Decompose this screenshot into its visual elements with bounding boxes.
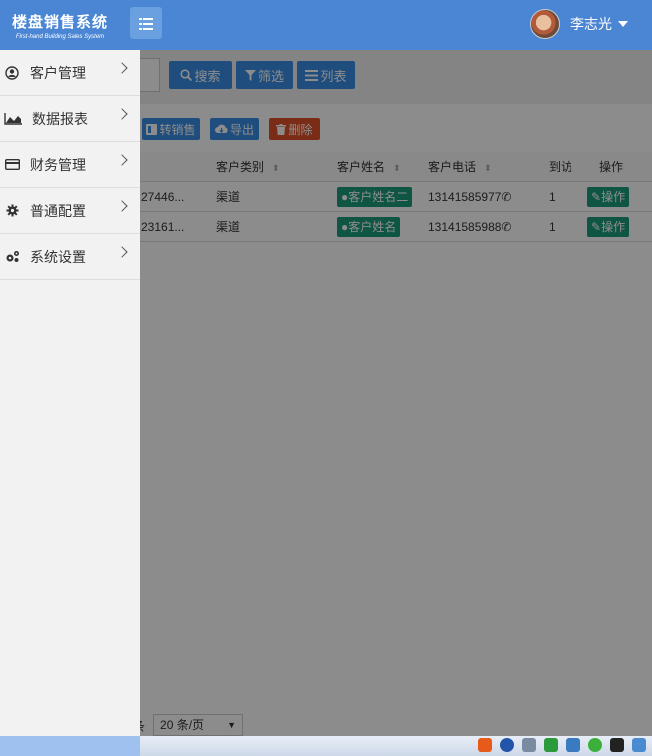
- gears-icon: [4, 249, 20, 265]
- caret-down-icon: [618, 21, 628, 27]
- help-icon[interactable]: [500, 738, 514, 752]
- network-icon[interactable]: [566, 738, 580, 752]
- user-name: 李志光: [570, 16, 612, 32]
- sidebar-item-settings[interactable]: 系统设置: [0, 234, 140, 280]
- sidebar-item-label: 系统设置: [30, 248, 86, 265]
- chevron-right-icon: [116, 108, 128, 120]
- sidebar-item-customer[interactable]: 客户管理: [0, 50, 140, 96]
- user-circle-icon: [4, 65, 20, 81]
- notification-icon[interactable]: [632, 738, 646, 752]
- gear-icon: [4, 203, 20, 219]
- sidebar-item-label: 财务管理: [30, 156, 86, 173]
- os-taskbar: [0, 736, 652, 756]
- sidebar-item-reports[interactable]: 数据报表: [0, 96, 140, 142]
- wechat-icon[interactable]: [588, 738, 602, 752]
- menu-toggle-button[interactable]: [130, 7, 162, 39]
- sidebar-item-label: 普通配置: [30, 202, 86, 219]
- credit-card-icon: [4, 157, 20, 173]
- area-chart-icon: [4, 111, 22, 127]
- ime-icon[interactable]: [478, 738, 492, 752]
- system-tray: [478, 738, 646, 752]
- user-menu[interactable]: 李志光: [530, 9, 628, 39]
- sidebar-item-config[interactable]: 普通配置: [0, 188, 140, 234]
- app-title: 楼盘销售系统: [11, 14, 108, 31]
- sidebar: 客户管理 数据报表 财务管理 普通配置 系统设置: [0, 50, 140, 736]
- avatar: [530, 9, 560, 39]
- chevron-right-icon: [116, 62, 128, 74]
- window-icon[interactable]: [522, 738, 536, 752]
- taskbar-start-area[interactable]: [0, 736, 140, 756]
- shield-icon[interactable]: [544, 738, 558, 752]
- chevron-right-icon: [116, 246, 128, 258]
- top-header: 楼盘销售系统 First-hand Building Sales System …: [0, 0, 652, 50]
- chevron-right-icon: [116, 154, 128, 166]
- chevron-right-icon: [116, 200, 128, 212]
- sidebar-item-label: 客户管理: [30, 64, 86, 81]
- sidebar-item-finance[interactable]: 财务管理: [0, 142, 140, 188]
- sidebar-item-label: 数据报表: [32, 110, 88, 127]
- list-icon: [139, 17, 153, 30]
- app-subtitle: First-hand Building Sales System: [15, 34, 105, 40]
- app-icon[interactable]: [610, 738, 624, 752]
- app-logo[interactable]: 楼盘销售系统 First-hand Building Sales System: [0, 0, 120, 50]
